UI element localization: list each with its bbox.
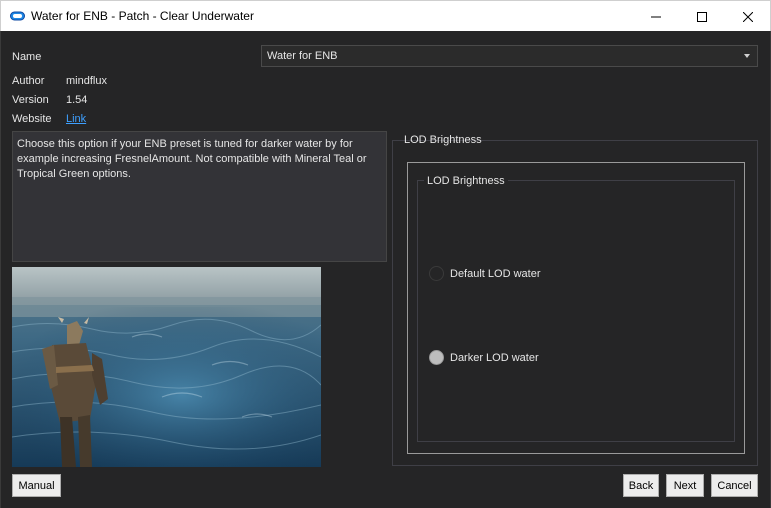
close-icon (743, 11, 753, 22)
maximize-icon (697, 11, 707, 22)
cloud-icon (10, 11, 25, 21)
manual-button[interactable]: Manual (12, 474, 61, 497)
author-label: Author (12, 75, 45, 87)
cancel-button[interactable]: Cancel (711, 474, 758, 497)
website-link[interactable]: Link (66, 113, 86, 125)
window-title: Water for ENB - Patch - Clear Underwater (31, 9, 254, 23)
minimize-icon (651, 16, 661, 17)
option-darker-lod-water[interactable]: Darker LOD water (429, 350, 539, 365)
title-bar: Water for ENB - Patch - Clear Underwater (0, 0, 771, 31)
back-button[interactable]: Back (623, 474, 659, 497)
preview-image (12, 267, 321, 467)
chevron-down-icon (744, 54, 750, 58)
name-dropdown-value: Water for ENB (267, 50, 338, 62)
name-label: Name (12, 51, 42, 63)
version-value: 1.54 (66, 94, 88, 106)
radio-button-checked-icon[interactable] (429, 350, 444, 365)
option-label: Default LOD water (450, 267, 541, 280)
name-dropdown[interactable]: Water for ENB (261, 45, 758, 67)
option-default-lod-water[interactable]: Default LOD water (429, 266, 540, 281)
website-label: Website (12, 113, 52, 125)
options-group-title: LOD Brightness (404, 134, 482, 146)
maximize-button[interactable] (679, 1, 725, 32)
options-subgroup (417, 180, 735, 442)
minimize-button[interactable] (633, 1, 679, 32)
next-button[interactable]: Next (666, 474, 704, 497)
description-box: Choose this option if your ENB preset is… (12, 131, 387, 262)
preview-illustration (12, 267, 321, 467)
option-label: Darker LOD water (450, 351, 539, 364)
close-button[interactable] (725, 1, 771, 32)
author-value: mindflux (66, 75, 107, 87)
version-label: Version (12, 94, 49, 106)
options-subgroup-title: LOD Brightness (424, 175, 508, 187)
radio-button-icon[interactable] (429, 266, 444, 281)
